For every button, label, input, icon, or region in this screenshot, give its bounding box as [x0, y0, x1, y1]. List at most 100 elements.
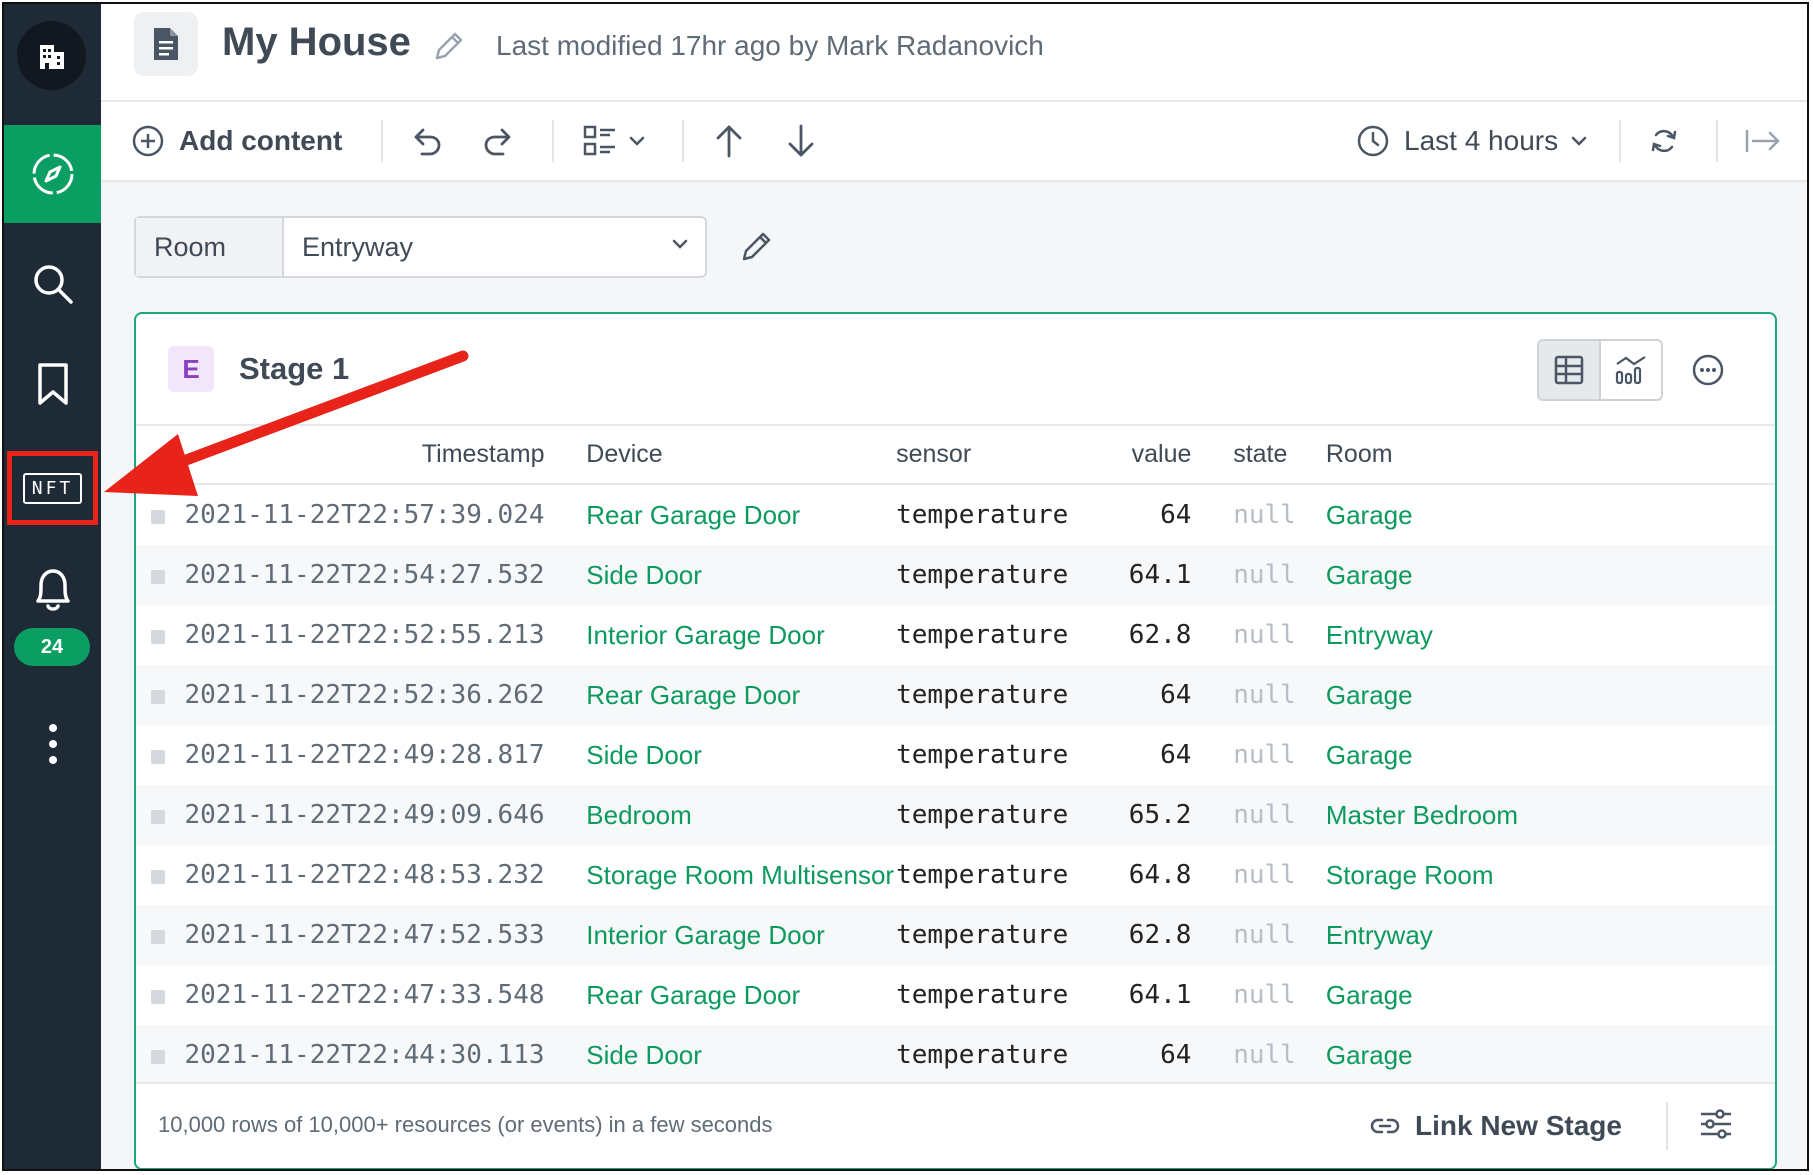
- document-icon: [154, 28, 178, 60]
- move-down-button[interactable]: [785, 102, 817, 180]
- cell-timestamp: 2021-11-22T22:47:52.533: [184, 905, 545, 965]
- edit-title-pencil-icon[interactable]: [431, 28, 467, 64]
- column-header-room[interactable]: Room: [1325, 425, 1775, 485]
- row-select-checkbox[interactable]: [151, 929, 165, 944]
- column-header-device[interactable]: Device: [586, 425, 897, 485]
- dashboard-header: My House Last modified 17hr ago by Mark …: [101, 4, 1807, 102]
- sidebar: NFT 24: [4, 4, 101, 1169]
- cell-device-link[interactable]: Rear Garage Door: [586, 965, 896, 1025]
- link-icon: [1370, 1118, 1400, 1134]
- cell-room-link[interactable]: Garage: [1325, 1025, 1775, 1085]
- room-filter[interactable]: Room Entryway: [134, 216, 707, 278]
- column-header-sensor[interactable]: sensor: [896, 425, 1095, 485]
- row-select-checkbox[interactable]: [151, 809, 165, 824]
- cell-timestamp: 2021-11-22T22:52:36.262: [184, 665, 545, 725]
- row-select-checkbox[interactable]: [151, 509, 165, 524]
- edit-filter-pencil-icon[interactable]: [739, 228, 775, 264]
- table-row[interactable]: 2021-11-22T22:49:28.817 Side Door temperat…: [136, 725, 1775, 785]
- link-new-stage-button[interactable]: Link New Stage: [1369, 1102, 1622, 1150]
- cell-room-link[interactable]: Entryway: [1326, 605, 1775, 665]
- stage-title[interactable]: Stage 1: [239, 351, 349, 387]
- table-row[interactable]: 2021-11-22T22:54:27.532 Side Door temperat…: [136, 545, 1775, 605]
- sidebar-item-nft[interactable]: NFT: [7, 451, 98, 525]
- room-filter-select[interactable]: Entryway: [284, 218, 705, 276]
- sliders-settings-icon[interactable]: [1698, 1106, 1734, 1142]
- table-row[interactable]: 2021-11-22T22:52:55.213 Interior Garage D…: [136, 605, 1775, 665]
- refresh-button[interactable]: [1648, 102, 1680, 180]
- last-modified-text: Last modified 17hr ago by Mark Radanovic…: [496, 30, 1044, 61]
- cell-state: null: [1233, 740, 1296, 770]
- cell-device-link[interactable]: Interior Garage Door: [586, 605, 896, 665]
- cell-room-link[interactable]: Entryway: [1325, 905, 1775, 965]
- column-header-timestamp[interactable]: Timestamp: [184, 425, 545, 485]
- cell-room-link[interactable]: Garage: [1325, 545, 1775, 605]
- cell-room-link[interactable]: Garage: [1326, 725, 1775, 785]
- cell-timestamp: 2021-11-22T22:57:39.024: [184, 500, 545, 530]
- expand-panel-button[interactable]: [1744, 102, 1782, 180]
- sidebar-item-explore[interactable]: [4, 125, 101, 223]
- cell-value: 64: [1160, 500, 1192, 530]
- cell-value: 64.1: [1128, 980, 1192, 1010]
- time-range-picker[interactable]: Last 4 hours: [1356, 102, 1588, 180]
- layout-menu-button[interactable]: [582, 102, 646, 180]
- building-icon: [39, 44, 64, 69]
- toolbar-divider: [1619, 120, 1621, 162]
- table-view-button[interactable]: [1539, 341, 1601, 399]
- stage-footer: 10,000 rows of 10,000+ resources (or eve…: [136, 1082, 1775, 1168]
- cell-device-link[interactable]: Rear Garage Door: [586, 484, 896, 545]
- row-select-checkbox[interactable]: [151, 629, 165, 644]
- row-select-checkbox[interactable]: [151, 989, 165, 1004]
- cell-room-link[interactable]: Garage: [1326, 484, 1775, 545]
- cell-room-link[interactable]: Garage: [1326, 965, 1775, 1025]
- room-filter-value: Entryway: [302, 231, 414, 262]
- table-row[interactable]: 2021-11-22T22:49:09.646 Bedroom temperatur…: [136, 785, 1775, 845]
- row-select-checkbox[interactable]: [151, 569, 165, 584]
- cell-device-link[interactable]: Interior Garage Door: [586, 905, 897, 965]
- row-select-checkbox[interactable]: [151, 1049, 165, 1064]
- chart-view-button[interactable]: [1601, 341, 1661, 399]
- cell-device-link[interactable]: Side Door: [586, 545, 897, 605]
- sidebar-item-search[interactable]: [4, 254, 101, 314]
- cell-sensor: temperature: [896, 740, 1069, 770]
- add-content-button[interactable]: Add content: [131, 102, 342, 180]
- cell-sensor: temperature: [896, 785, 1095, 845]
- clock-icon: [1357, 125, 1389, 157]
- toolbar-divider: [552, 120, 554, 162]
- redo-button[interactable]: [481, 102, 517, 180]
- table-row[interactable]: 2021-11-22T22:44:30.113 Side Door temperat…: [136, 1025, 1775, 1085]
- cell-device-link[interactable]: Bedroom: [586, 785, 897, 845]
- row-select-checkbox[interactable]: [151, 689, 165, 704]
- sidebar-item-bookmarks[interactable]: [4, 354, 101, 414]
- sidebar-more-button[interactable]: [4, 719, 101, 769]
- more-options-icon[interactable]: [1691, 353, 1725, 387]
- row-select-checkbox[interactable]: [151, 749, 165, 764]
- cell-timestamp: 2021-11-22T22:52:55.213: [184, 620, 545, 650]
- cell-device-link[interactable]: Side Door: [586, 725, 896, 785]
- table-row[interactable]: 2021-11-22T22:57:39.024 Rear Garage Door t…: [136, 484, 1775, 545]
- table-row[interactable]: 2021-11-22T22:52:36.262 Rear Garage Door t…: [136, 665, 1775, 725]
- column-header-state[interactable]: state: [1233, 425, 1326, 485]
- row-select-checkbox[interactable]: [151, 869, 165, 884]
- cell-state: null: [1233, 980, 1296, 1010]
- cell-room-link[interactable]: Garage: [1325, 665, 1775, 725]
- table-header-row: Timestamp Device sensor value state Room: [136, 425, 1775, 485]
- cell-value: 64: [1160, 740, 1192, 770]
- footer-divider: [1666, 1102, 1668, 1150]
- cell-device-link[interactable]: Side Door: [586, 1025, 897, 1085]
- room-filter-label: Room: [136, 218, 284, 276]
- cell-room-link[interactable]: Master Bedroom: [1325, 785, 1775, 845]
- cell-device-link[interactable]: Storage Room Multisensor: [586, 845, 896, 905]
- table-row[interactable]: 2021-11-22T22:48:53.232 Storage Room Mult…: [136, 845, 1775, 905]
- cell-value: 64.1: [1094, 545, 1192, 605]
- table-row[interactable]: 2021-11-22T22:47:52.533 Interior Garage D…: [136, 905, 1775, 965]
- cell-device-link[interactable]: Rear Garage Door: [586, 665, 897, 725]
- sidebar-item-notifications[interactable]: [4, 559, 101, 619]
- cell-sensor: temperature: [896, 860, 1069, 890]
- cell-room-link[interactable]: Storage Room: [1326, 845, 1775, 905]
- undo-button[interactable]: [408, 102, 444, 180]
- table-row[interactable]: 2021-11-22T22:47:33.548 Rear Garage Door t…: [136, 965, 1775, 1025]
- move-up-button[interactable]: [713, 102, 745, 180]
- column-header-value[interactable]: value: [1094, 425, 1192, 485]
- toolbar-divider: [381, 120, 383, 162]
- workspace-logo[interactable]: [17, 21, 86, 90]
